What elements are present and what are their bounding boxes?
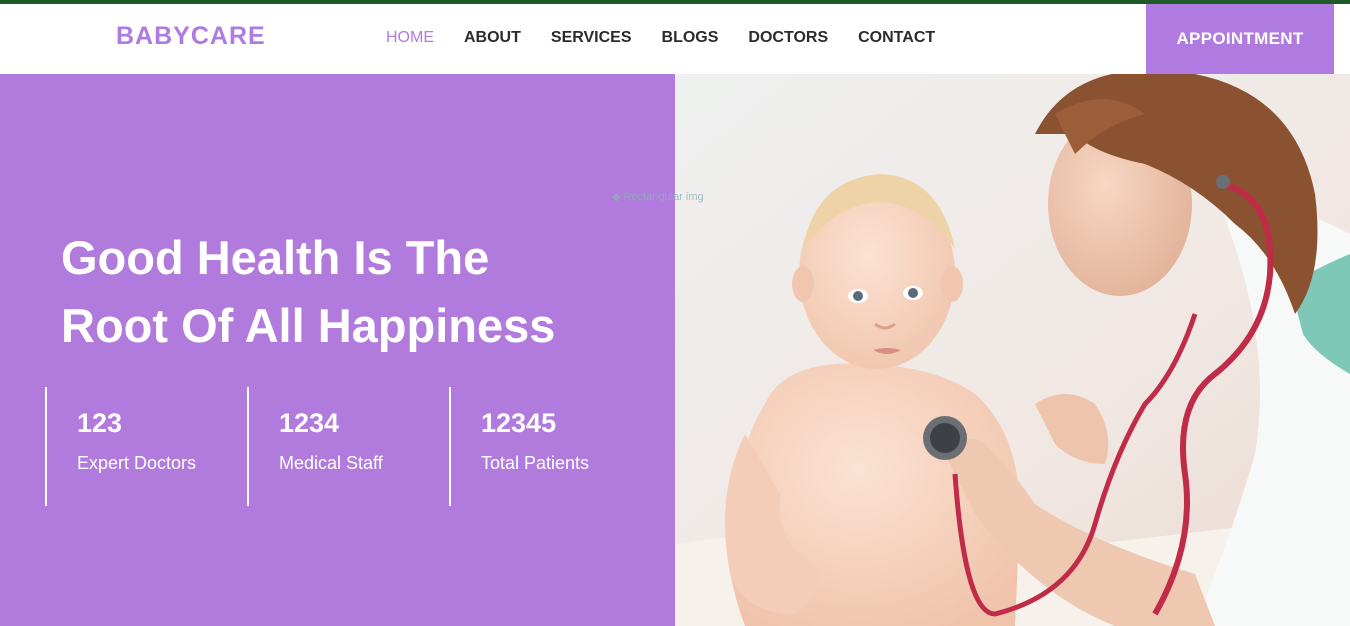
stat-medical-staff: 1234 Medical Staff (247, 387, 449, 506)
stat-expert-doctors: 123 Expert Doctors (45, 387, 247, 506)
nav-blogs[interactable]: BLOGS (662, 29, 719, 47)
appointment-button[interactable]: APPOINTMENT (1146, 4, 1334, 74)
stat-number: 12345 (481, 408, 557, 438)
nav-contact[interactable]: CONTACT (858, 29, 935, 47)
stats-row: 123 Expert Doctors 1234 Medical Staff 12… (45, 387, 651, 506)
stat-label: Total Patients (481, 453, 590, 473)
image-placeholder-text: Rectangular img (623, 191, 704, 203)
navbar: BABYCARE HOME ABOUT SERVICES BLOGS DOCTO… (0, 4, 1350, 74)
stat-label: Expert Doctors (77, 453, 197, 473)
hero-title: Good Health Is The Root Of All Happiness (61, 224, 661, 360)
nav-menu: HOME ABOUT SERVICES BLOGS DOCTORS CONTAC… (386, 29, 935, 47)
stat-total-patients: 12345 Total Patients (449, 387, 651, 506)
stat-number: 123 (77, 408, 123, 438)
hero-panel: Good Health Is The Root Of All Happiness… (0, 74, 675, 626)
brand-logo[interactable]: BABYCARE (116, 22, 266, 51)
nav-services[interactable]: SERVICES (551, 29, 632, 47)
nav-about[interactable]: ABOUT (464, 29, 521, 47)
stat-number: 1234 (279, 408, 340, 438)
hero-title-line1: Good Health Is The (61, 231, 490, 284)
stat-label: Medical Staff (279, 453, 383, 473)
nav-doctors[interactable]: DOCTORS (748, 29, 828, 47)
hero-title-line2: Root Of All Happiness (61, 299, 556, 352)
doctor-baby-photo (675, 74, 1350, 626)
image-placeholder-label: ◆ Rectangular img (612, 190, 704, 203)
hero-image (675, 74, 1350, 626)
dot-icon: ◆ (612, 191, 621, 203)
nav-home[interactable]: HOME (386, 29, 434, 47)
